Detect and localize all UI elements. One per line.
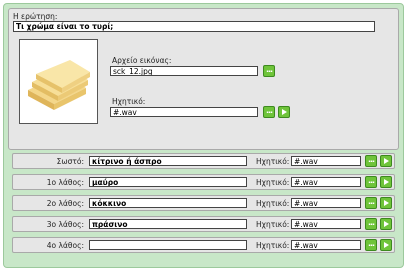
- question-image: [19, 39, 98, 124]
- answer-browse-button[interactable]: ...: [365, 218, 377, 230]
- answer-audio-input[interactable]: #.wav: [291, 198, 361, 208]
- answer-browse-button[interactable]: ...: [365, 197, 377, 209]
- play-icon: [384, 158, 389, 164]
- browse-dots-icon: ...: [265, 105, 273, 115]
- answer-label: 4ο λάθος:: [46, 241, 84, 250]
- answer-row-wrong-1: 1ο λάθος: μαύρο Ηχητικό: #.wav ...: [12, 174, 395, 190]
- answer-play-button[interactable]: [380, 239, 392, 251]
- play-icon: [384, 242, 389, 248]
- audio-file-input[interactable]: #.wav: [110, 107, 258, 117]
- answer-audio-input[interactable]: #.wav: [291, 177, 361, 187]
- answer-browse-button[interactable]: ...: [365, 239, 377, 251]
- answer-label: Σωστό:: [56, 157, 84, 166]
- answer-audio-label: Ηχητικό:: [256, 199, 290, 208]
- answer-row-wrong-3: 3ο λάθος: πράσινο Ηχητικό: #.wav ...: [12, 216, 395, 232]
- answer-row-wrong-4: 4ο λάθος: Ηχητικό: #.wav ...: [12, 237, 395, 253]
- browse-dots-icon: ...: [367, 196, 375, 206]
- answer-browse-button[interactable]: ...: [365, 155, 377, 167]
- audio-browse-button[interactable]: ...: [263, 106, 275, 118]
- browse-dots-icon: ...: [367, 238, 375, 248]
- question-input[interactable]: Τι χρώμα είναι το τυρί;: [13, 21, 375, 32]
- answer-label: 1ο λάθος:: [46, 178, 84, 187]
- browse-dots-icon: ...: [367, 217, 375, 227]
- answer-audio-label: Ηχητικό:: [256, 241, 290, 250]
- quiz-editor: Η ερώτηση: Τι χρώμα είναι το τυρί; Αρχεί…: [3, 3, 404, 268]
- answer-label: 3ο λάθος:: [46, 220, 84, 229]
- answer-play-button[interactable]: [380, 197, 392, 209]
- audio-file-label: Ηχητικό:: [112, 97, 146, 106]
- answer-play-button[interactable]: [380, 176, 392, 188]
- answer-input[interactable]: κόκκινο: [89, 198, 247, 208]
- answer-input[interactable]: κίτρινο ή άσπρο: [89, 156, 247, 166]
- answer-row-wrong-2: 2ο λάθος: κόκκινο Ηχητικό: #.wav ...: [12, 195, 395, 211]
- answer-audio-label: Ηχητικό:: [256, 220, 290, 229]
- question-panel: Η ερώτηση: Τι χρώμα είναι το τυρί; Αρχεί…: [8, 8, 399, 150]
- browse-dots-icon: ...: [367, 175, 375, 185]
- browse-dots-icon: ...: [367, 154, 375, 164]
- answer-audio-input[interactable]: #.wav: [291, 156, 361, 166]
- question-label: Η ερώτηση:: [13, 12, 58, 21]
- play-icon: [282, 109, 287, 115]
- image-file-label: Αρχείο εικόνας:: [112, 56, 172, 65]
- answer-audio-label: Ηχητικό:: [256, 178, 290, 187]
- answer-audio-input[interactable]: #.wav: [291, 219, 361, 229]
- answer-input[interactable]: [89, 240, 247, 250]
- image-file-input[interactable]: sck_12.jpg: [110, 66, 258, 76]
- image-browse-button[interactable]: ...: [263, 65, 275, 77]
- play-icon: [384, 221, 389, 227]
- audio-play-button[interactable]: [278, 106, 290, 118]
- answer-label: 2ο λάθος:: [46, 199, 84, 208]
- play-icon: [384, 179, 389, 185]
- answer-audio-label: Ηχητικό:: [256, 157, 290, 166]
- answer-input[interactable]: πράσινο: [89, 219, 247, 229]
- answer-browse-button[interactable]: ...: [365, 176, 377, 188]
- cheese-image: [28, 60, 90, 110]
- answer-play-button[interactable]: [380, 218, 392, 230]
- answer-play-button[interactable]: [380, 155, 392, 167]
- play-icon: [384, 200, 389, 206]
- answer-input[interactable]: μαύρο: [89, 177, 247, 187]
- answer-row-correct: Σωστό: κίτρινο ή άσπρο Ηχητικό: #.wav ..…: [12, 153, 395, 169]
- answer-audio-input[interactable]: #.wav: [291, 240, 361, 250]
- browse-dots-icon: ...: [265, 64, 273, 74]
